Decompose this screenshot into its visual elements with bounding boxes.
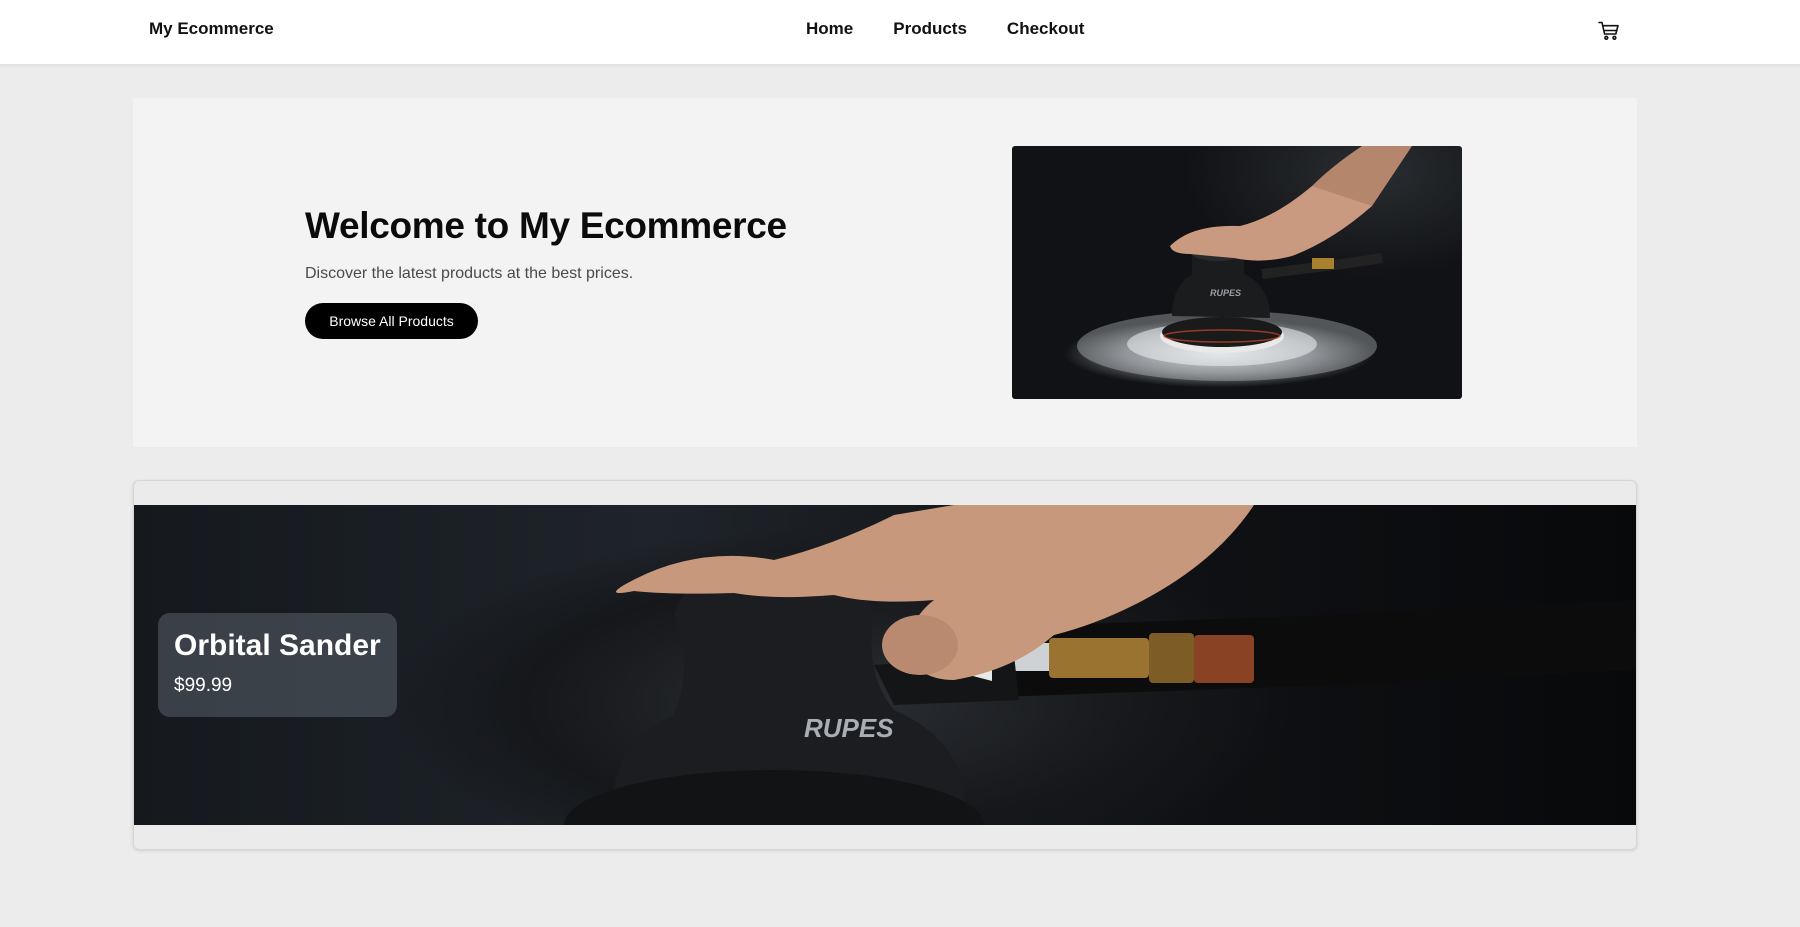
browse-all-products-button[interactable]: Browse All Products [305, 303, 478, 339]
hero-sander-image: RUPES [1012, 146, 1462, 399]
brand-link[interactable]: My Ecommerce [149, 19, 274, 39]
product-name: Orbital Sander [174, 629, 381, 662]
shopping-cart-icon[interactable] [1596, 18, 1622, 44]
rupes-logo: RUPES [1210, 288, 1241, 298]
featured-product-card[interactable]: RUPES Orbital Sander $99.99 [133, 480, 1637, 850]
product-banner-image: RUPES Orbital Sander $99.99 [134, 505, 1636, 825]
rupes-logo: RUPES [804, 713, 894, 743]
hero-subtitle: Discover the latest products at the best… [305, 265, 634, 282]
nav-products-link[interactable]: Products [893, 19, 967, 39]
top-navbar: My Ecommerce Home Products Checkout [0, 0, 1800, 65]
nav-checkout-link[interactable]: Checkout [1007, 19, 1084, 39]
hero-title: Welcome to My Ecommerce [305, 205, 787, 246]
nav-home-link[interactable]: Home [806, 19, 853, 39]
product-label-overlay: Orbital Sander $99.99 [158, 613, 397, 717]
product-price: $99.99 [174, 675, 233, 696]
main-nav: Home Products Checkout [806, 19, 1084, 39]
hero-section: Welcome to My Ecommerce Discover the lat… [133, 98, 1637, 447]
